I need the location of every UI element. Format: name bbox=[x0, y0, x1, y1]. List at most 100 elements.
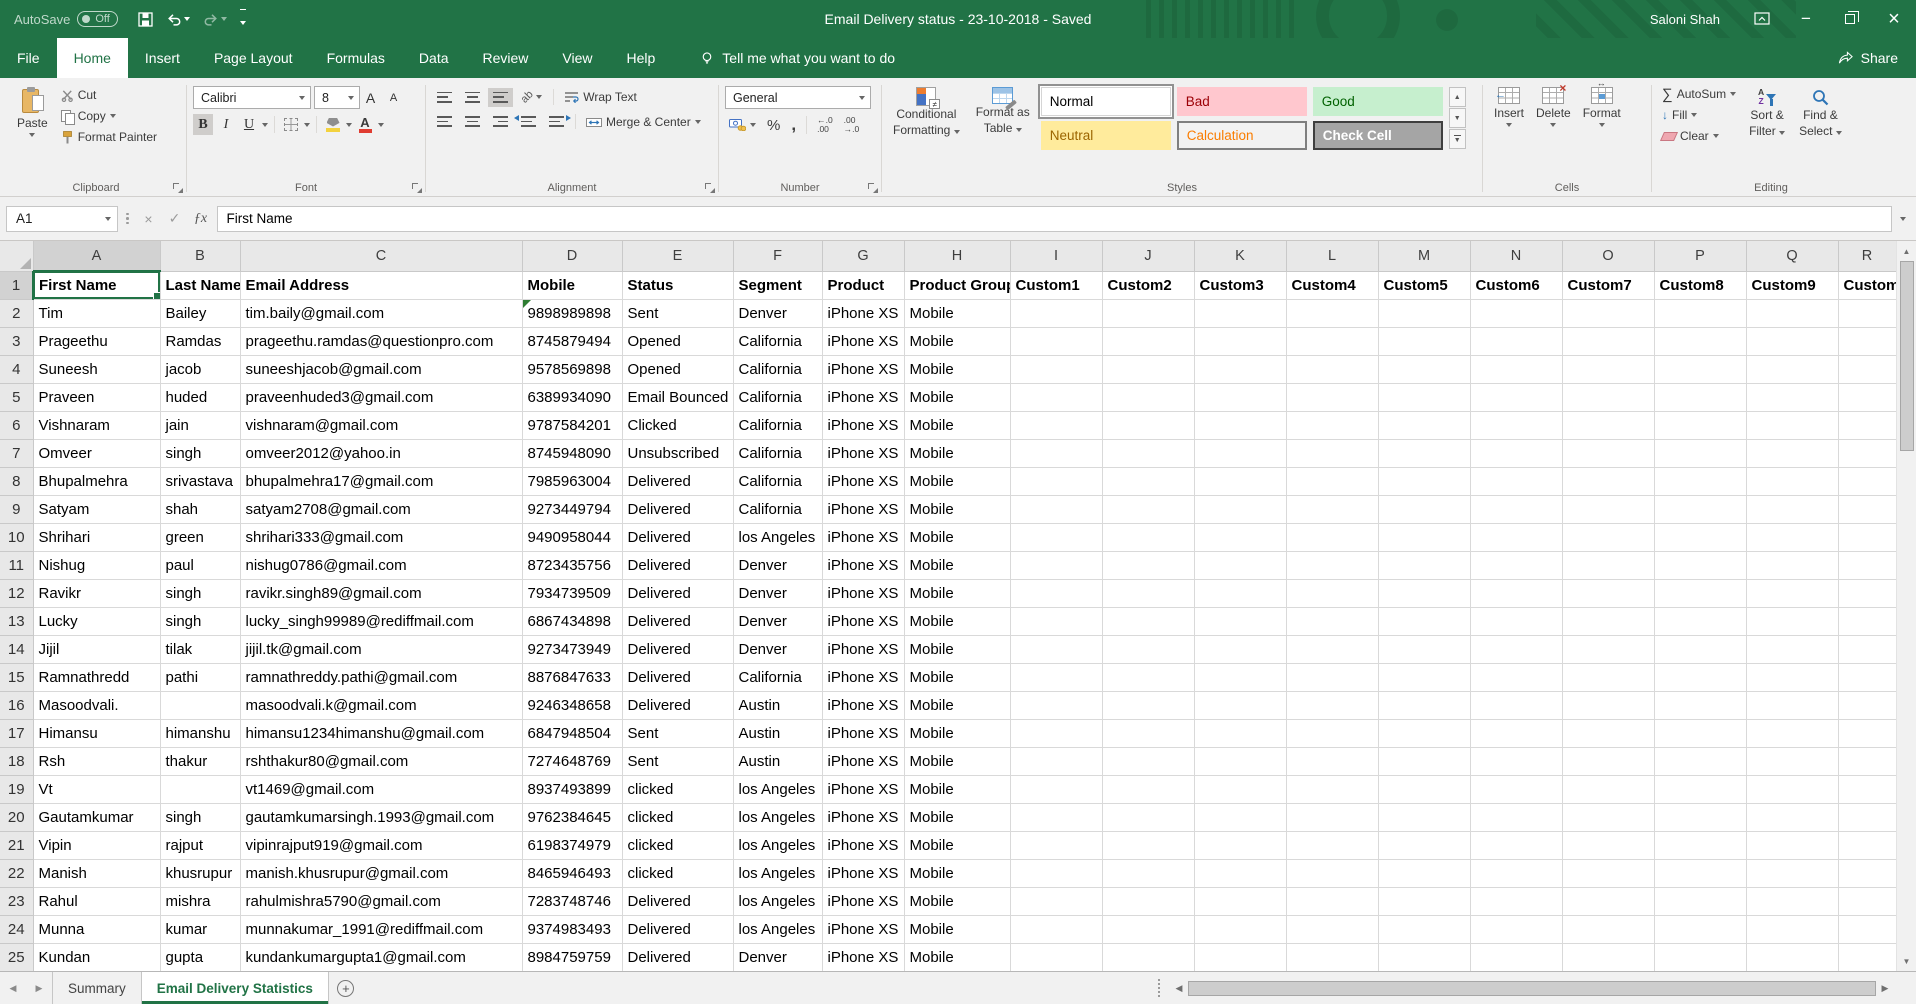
copy-button[interactable]: Copy bbox=[57, 107, 161, 125]
increase-indent-button[interactable] bbox=[544, 112, 569, 131]
cell-G23[interactable]: iPhone XS bbox=[822, 887, 904, 915]
cell-O12[interactable] bbox=[1562, 579, 1654, 607]
row-header-12[interactable]: 12 bbox=[0, 579, 33, 607]
cell-A2[interactable]: Tim bbox=[33, 299, 160, 327]
row-header-6[interactable]: 6 bbox=[0, 411, 33, 439]
save-button[interactable] bbox=[138, 12, 153, 27]
cell-Q11[interactable] bbox=[1746, 551, 1838, 579]
tab-splitter-handle[interactable] bbox=[1158, 979, 1166, 997]
cell-J18[interactable] bbox=[1102, 747, 1194, 775]
cell-H15[interactable]: Mobile bbox=[904, 663, 1010, 691]
cell-C15[interactable]: ramnathreddy.pathi@gmail.com bbox=[240, 663, 522, 691]
cell-J12[interactable] bbox=[1102, 579, 1194, 607]
cell-E24[interactable]: Delivered bbox=[622, 915, 733, 943]
cell-I5[interactable] bbox=[1010, 383, 1102, 411]
cell-B13[interactable]: singh bbox=[160, 607, 240, 635]
cell-G24[interactable]: iPhone XS bbox=[822, 915, 904, 943]
cell-E21[interactable]: clicked bbox=[622, 831, 733, 859]
cell-G18[interactable]: iPhone XS bbox=[822, 747, 904, 775]
cell-O24[interactable] bbox=[1562, 915, 1654, 943]
cell-B16[interactable] bbox=[160, 691, 240, 719]
cell-O21[interactable] bbox=[1562, 831, 1654, 859]
cell-Q10[interactable] bbox=[1746, 523, 1838, 551]
name-box[interactable]: A1 bbox=[6, 206, 118, 232]
format-cells-button[interactable]: ↔ Format bbox=[1578, 84, 1626, 127]
cell-P9[interactable] bbox=[1654, 495, 1746, 523]
cell-C24[interactable]: munnakumar_1991@rediffmail.com bbox=[240, 915, 522, 943]
sheet-tab-summary[interactable]: Summary bbox=[52, 972, 142, 1004]
horizontal-scroll-thumb[interactable] bbox=[1188, 981, 1876, 996]
cell-M25[interactable] bbox=[1378, 943, 1470, 971]
cell-R10[interactable] bbox=[1838, 523, 1896, 551]
cell-C5[interactable]: praveenhuded3@gmail.com bbox=[240, 383, 522, 411]
cell-C13[interactable]: lucky_singh99989@rediffmail.com bbox=[240, 607, 522, 635]
cell-P13[interactable] bbox=[1654, 607, 1746, 635]
cell-A16[interactable]: Masoodvali. bbox=[33, 691, 160, 719]
cell-O2[interactable] bbox=[1562, 299, 1654, 327]
cell-G21[interactable]: iPhone XS bbox=[822, 831, 904, 859]
cell-Q19[interactable] bbox=[1746, 775, 1838, 803]
cell-C10[interactable]: shrihari333@gmail.com bbox=[240, 523, 522, 551]
cell-I19[interactable] bbox=[1010, 775, 1102, 803]
number-format-select[interactable]: General bbox=[725, 86, 871, 109]
cell-A12[interactable]: Ravikr bbox=[33, 579, 160, 607]
sheet-tab-email-delivery-statistics[interactable]: Email Delivery Statistics bbox=[142, 972, 329, 1004]
cell-A15[interactable]: Ramnathredd bbox=[33, 663, 160, 691]
cell-L21[interactable] bbox=[1286, 831, 1378, 859]
minimize-button[interactable]: − bbox=[1784, 0, 1828, 38]
cell-R22[interactable] bbox=[1838, 859, 1896, 887]
cell-G12[interactable]: iPhone XS bbox=[822, 579, 904, 607]
cell-L16[interactable] bbox=[1286, 691, 1378, 719]
cell-F21[interactable]: los Angeles bbox=[733, 831, 822, 859]
select-all-corner[interactable] bbox=[0, 241, 33, 271]
cell-P15[interactable] bbox=[1654, 663, 1746, 691]
cell-L9[interactable] bbox=[1286, 495, 1378, 523]
cell-N21[interactable] bbox=[1470, 831, 1562, 859]
cell-P8[interactable] bbox=[1654, 467, 1746, 495]
cell-I14[interactable] bbox=[1010, 635, 1102, 663]
cell-L17[interactable] bbox=[1286, 719, 1378, 747]
cell-F19[interactable]: los Angeles bbox=[733, 775, 822, 803]
cell-L12[interactable] bbox=[1286, 579, 1378, 607]
cell-D7[interactable]: 8745948090 bbox=[522, 439, 622, 467]
sort-filter-button[interactable]: AZ Sort & Filter bbox=[1744, 84, 1790, 145]
cell-J25[interactable] bbox=[1102, 943, 1194, 971]
cell-C7[interactable]: omveer2012@yahoo.in bbox=[240, 439, 522, 467]
cell-H5[interactable]: Mobile bbox=[904, 383, 1010, 411]
cell-F10[interactable]: los Angeles bbox=[733, 523, 822, 551]
scroll-down-arrow[interactable]: ▼ bbox=[1897, 951, 1916, 971]
delete-cells-button[interactable]: × Delete bbox=[1531, 84, 1576, 127]
cell-N19[interactable] bbox=[1470, 775, 1562, 803]
gallery-more-button[interactable]: ▼ bbox=[1449, 129, 1466, 149]
cell-Q14[interactable] bbox=[1746, 635, 1838, 663]
bold-button[interactable]: B bbox=[193, 114, 213, 135]
ribbon-display-options-button[interactable] bbox=[1740, 0, 1784, 38]
cell-O25[interactable] bbox=[1562, 943, 1654, 971]
cell-H23[interactable]: Mobile bbox=[904, 887, 1010, 915]
cell-P1[interactable]: Custom8 bbox=[1654, 271, 1746, 299]
increase-decimal-button[interactable]: ←.0.00 bbox=[813, 114, 837, 136]
cell-K25[interactable] bbox=[1194, 943, 1286, 971]
conditional-formatting-button[interactable]: ≠ Conditional Formatting bbox=[888, 84, 965, 138]
row-header-22[interactable]: 22 bbox=[0, 859, 33, 887]
cell-R2[interactable] bbox=[1838, 299, 1896, 327]
cell-E18[interactable]: Sent bbox=[622, 747, 733, 775]
cell-A25[interactable]: Kundan bbox=[33, 943, 160, 971]
cell-R9[interactable] bbox=[1838, 495, 1896, 523]
cell-M17[interactable] bbox=[1378, 719, 1470, 747]
cell-H25[interactable]: Mobile bbox=[904, 943, 1010, 971]
column-header-B[interactable]: B bbox=[160, 241, 240, 271]
cell-I11[interactable] bbox=[1010, 551, 1102, 579]
cell-N13[interactable] bbox=[1470, 607, 1562, 635]
fill-button[interactable]: ↓ Fill bbox=[1658, 106, 1740, 124]
cell-O3[interactable] bbox=[1562, 327, 1654, 355]
cell-A9[interactable]: Satyam bbox=[33, 495, 160, 523]
cell-L10[interactable] bbox=[1286, 523, 1378, 551]
cell-L4[interactable] bbox=[1286, 355, 1378, 383]
cell-D19[interactable]: 8937493899 bbox=[522, 775, 622, 803]
cell-A10[interactable]: Shrihari bbox=[33, 523, 160, 551]
cell-O1[interactable]: Custom7 bbox=[1562, 271, 1654, 299]
cell-I3[interactable] bbox=[1010, 327, 1102, 355]
cell-L7[interactable] bbox=[1286, 439, 1378, 467]
cell-F13[interactable]: Denver bbox=[733, 607, 822, 635]
